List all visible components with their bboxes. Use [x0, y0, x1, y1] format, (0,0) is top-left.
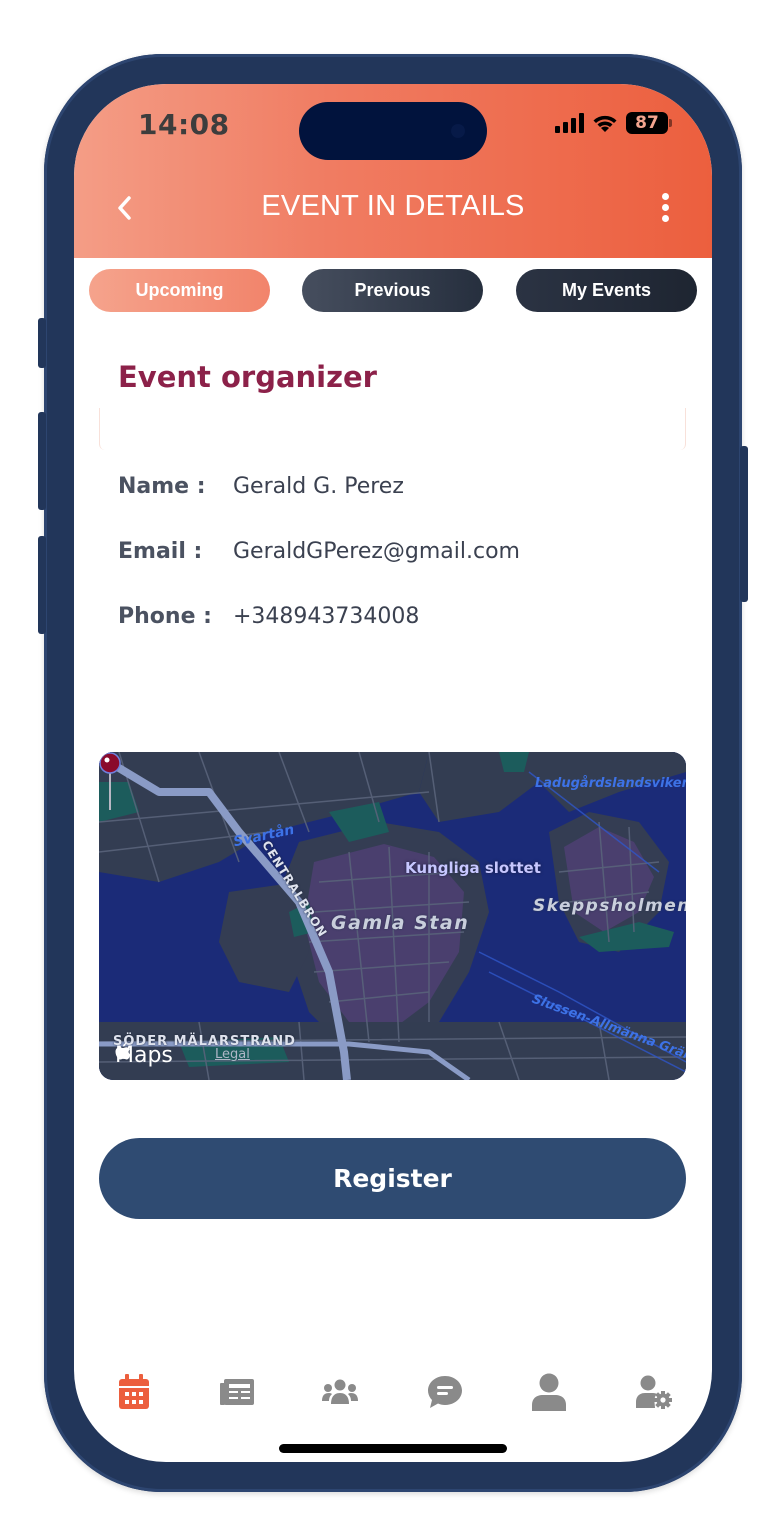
nav-chat[interactable]: [425, 1372, 465, 1412]
nav-account-settings[interactable]: [634, 1372, 674, 1412]
nav-groups[interactable]: [320, 1372, 360, 1412]
location-pin-icon: [99, 752, 121, 810]
map-label-gamla-stan: Gamla Stan: [331, 912, 470, 934]
user-settings-icon: [636, 1375, 672, 1409]
nav-profile[interactable]: [529, 1372, 569, 1412]
power-button: [740, 446, 748, 602]
user-icon: [532, 1373, 566, 1411]
map-pin-label[interactable]: Kungliga slottet: [405, 859, 541, 877]
status-icons: 87: [555, 112, 672, 134]
register-button[interactable]: Register: [99, 1138, 686, 1219]
wifi-icon: [593, 115, 617, 132]
dynamic-island: [299, 102, 487, 160]
info-row-phone: Phone : +348943734008: [118, 604, 419, 629]
users-group-icon: [322, 1379, 358, 1404]
nav-news[interactable]: [217, 1372, 257, 1412]
map-label-ladugardslandsviken: Ladugårdslandsviken: [535, 776, 686, 791]
info-row-name: Name : Gerald G. Perez: [118, 474, 404, 499]
volume-up-button: [38, 412, 46, 510]
tab-upcoming[interactable]: Upcoming: [89, 269, 270, 312]
name-label: Name :: [118, 474, 206, 499]
status-time: 14:08: [138, 108, 230, 141]
chat-bubble-icon: [428, 1376, 462, 1408]
apple-logo-icon: [115, 1043, 131, 1060]
screen: 14:08 87 EVENT IN DETAILS Upcoming Previ…: [74, 84, 712, 1462]
event-tabs: Upcoming Previous My Events: [89, 269, 697, 313]
home-indicator[interactable]: [279, 1444, 507, 1453]
info-row-email: Email : GeraldGPerez@gmail.com: [118, 539, 520, 564]
tab-previous[interactable]: Previous: [302, 269, 483, 312]
apple-maps-attribution: Maps: [115, 1043, 173, 1068]
legal-link[interactable]: Legal: [215, 1047, 250, 1062]
phone-value[interactable]: +348943734008: [233, 604, 419, 629]
tab-my-events[interactable]: My Events: [516, 269, 697, 312]
battery-percent: 87: [635, 113, 659, 133]
organizer-card: [99, 408, 686, 450]
bottom-navigation: [74, 1372, 712, 1418]
section-title: Event organizer: [118, 360, 377, 394]
battery-icon: 87: [626, 112, 672, 134]
calendar-icon: [119, 1374, 149, 1409]
more-options-button[interactable]: [654, 190, 676, 230]
email-value[interactable]: GeraldGPerez@gmail.com: [233, 539, 520, 564]
newspaper-icon: [220, 1379, 254, 1405]
map-label-skeppsholmen: Skeppsholmen: [533, 896, 686, 916]
vertical-dots-icon: [654, 193, 676, 222]
volume-down-button: [38, 536, 46, 634]
app-header: 14:08 87 EVENT IN DETAILS: [74, 84, 712, 258]
email-label: Email :: [118, 539, 203, 564]
page-title: EVENT IN DETAILS: [261, 190, 525, 222]
action-button: [38, 318, 46, 368]
nav-events[interactable]: [114, 1372, 154, 1412]
event-location-map[interactable]: Ladugårdslandsviken Svartån CENTRALBRON …: [99, 752, 686, 1080]
camera-icon: [451, 124, 465, 138]
cellular-signal-icon: [555, 113, 584, 133]
name-value: Gerald G. Perez: [233, 474, 404, 499]
phone-label: Phone :: [118, 604, 212, 629]
